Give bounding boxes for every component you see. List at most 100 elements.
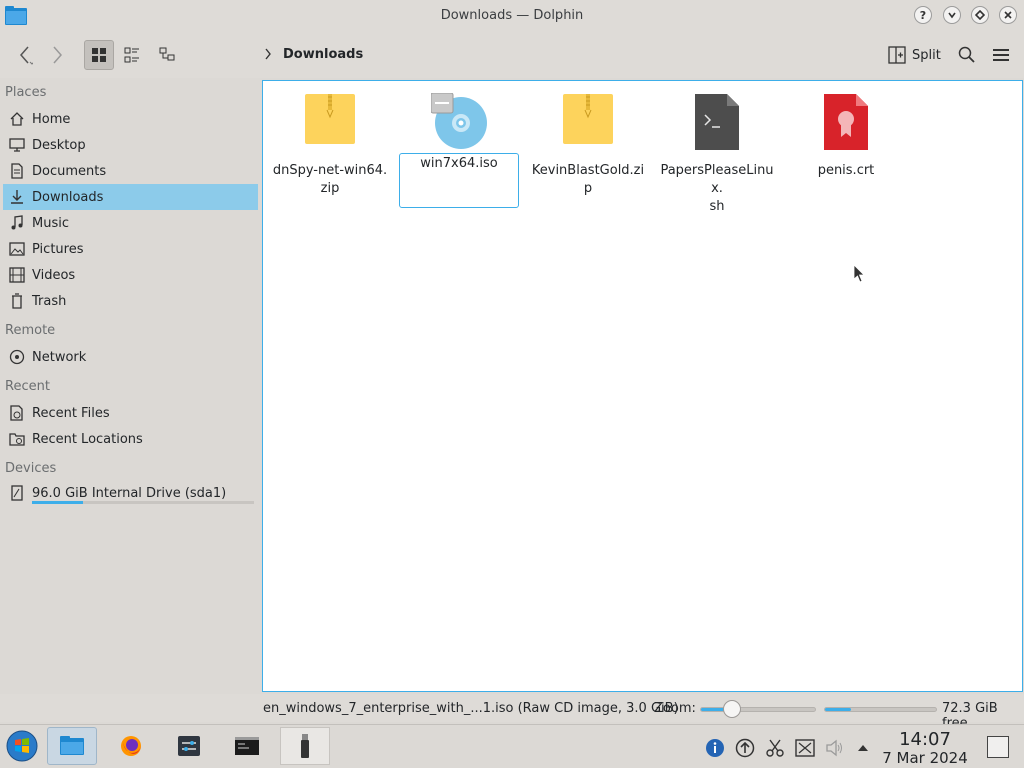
help-icon: ? <box>919 8 927 22</box>
zoom-slider-track[interactable] <box>700 707 816 712</box>
sidebar-item-label: Trash <box>32 293 67 309</box>
sidebar-item-label: Recent Locations <box>32 431 143 447</box>
toolbar: Downloads Split <box>0 32 1024 78</box>
zoom-slider-handle[interactable] <box>723 700 741 718</box>
firefox-icon <box>121 736 141 756</box>
taskbar-firefox[interactable] <box>106 727 156 765</box>
zip-archive-icon <box>526 81 650 153</box>
taskbar-system-settings[interactable] <box>164 727 214 765</box>
tray-expand-arrow-icon[interactable] <box>852 737 874 759</box>
forward-arrow-icon <box>53 46 62 64</box>
close-button[interactable] <box>999 6 1017 24</box>
usb-drive-icon <box>301 734 309 758</box>
split-icon <box>888 46 906 64</box>
file-name-line1: dnSpy-net-win64. <box>272 163 388 178</box>
file-item-paperspleaselinux[interactable]: PapersPleaseLinux. sh <box>655 81 779 216</box>
zoom-label: Zoom: <box>654 701 696 716</box>
taskbar-window-item[interactable] <box>280 727 330 765</box>
places-panel: Places Home Desktop Documents Downloads … <box>0 80 262 692</box>
search-icon <box>958 46 975 63</box>
sidebar-item-trash[interactable]: Trash <box>3 288 258 314</box>
sidebar-item-downloads[interactable]: Downloads <box>3 184 258 210</box>
help-button[interactable]: ? <box>914 6 932 24</box>
tray-screenshot-icon[interactable] <box>794 737 816 759</box>
devices-section-title: Devices <box>5 461 57 476</box>
maximize-icon <box>975 10 985 20</box>
drive-icon <box>8 484 26 502</box>
terminal-icon <box>235 737 259 755</box>
clock-date[interactable]: 7 Mar 2024 <box>880 749 970 767</box>
sidebar-item-home[interactable]: Home <box>3 106 258 132</box>
sidebar-item-pictures[interactable]: Pictures <box>3 236 258 262</box>
minimize-button[interactable] <box>943 6 961 24</box>
disc-image-icon <box>397 81 521 153</box>
music-icon <box>8 214 26 232</box>
sidebar-item-network[interactable]: Network <box>3 344 258 370</box>
file-name-line1: win7x64.iso <box>420 156 498 171</box>
zip-archive-icon <box>268 81 392 153</box>
mouse-cursor-icon <box>853 264 867 288</box>
compact-view-button[interactable] <box>117 40 147 70</box>
sidebar-item-recent-files[interactable]: Recent Files <box>3 400 258 426</box>
clock-time[interactable]: 14:07 <box>880 729 970 750</box>
sidebar-item-label: Desktop <box>32 137 86 153</box>
window-title: Downloads — Dolphin <box>440 8 584 23</box>
downloads-icon <box>8 188 26 206</box>
file-name-line2: zip <box>320 181 340 196</box>
file-view[interactable]: dnSpy-net-win64. zip win7x64.iso KevinBla… <box>262 80 1023 692</box>
pictures-icon <box>8 240 26 258</box>
breadcrumb-downloads[interactable]: Downloads <box>283 47 363 62</box>
sidebar-item-music[interactable]: Music <box>3 210 258 236</box>
settings-icon <box>178 736 200 756</box>
sidebar-item-label: Home <box>32 111 71 127</box>
split-button[interactable]: Split <box>888 40 941 70</box>
file-name-line1: KevinBlastGold.zip <box>531 163 645 196</box>
sidebar-item-label: Pictures <box>32 241 84 257</box>
forward-button[interactable] <box>42 40 72 70</box>
details-view-button[interactable] <box>152 40 182 70</box>
folder-icon <box>60 736 84 755</box>
trash-icon <box>8 292 26 310</box>
taskbar-dolphin[interactable] <box>47 727 97 765</box>
sidebar-item-recent-locations[interactable]: Recent Locations <box>3 426 258 452</box>
icons-view-button[interactable] <box>84 40 114 70</box>
tray-info-icon[interactable] <box>704 737 726 759</box>
videos-icon <box>8 266 26 284</box>
tray-update-icon[interactable] <box>734 737 756 759</box>
sidebar-item-label: 96.0 GiB Internal Drive (sda1) <box>32 485 227 501</box>
menu-button[interactable] <box>986 40 1016 70</box>
file-item-penis-crt[interactable]: penis.crt <box>784 81 908 180</box>
sidebar-item-label: Music <box>32 215 69 231</box>
search-button[interactable] <box>952 40 982 70</box>
grid-view-icon <box>92 48 106 62</box>
maximize-button[interactable] <box>971 6 989 24</box>
file-name-line2: sh <box>709 199 725 214</box>
recent-files-icon <box>8 404 26 422</box>
sidebar-item-documents[interactable]: Documents <box>3 158 258 184</box>
file-item-win7x64-iso[interactable]: win7x64.iso <box>397 81 521 208</box>
drive-usage-fill <box>32 501 84 504</box>
minimize-icon <box>948 12 956 19</box>
file-name-box: win7x64.iso <box>399 153 519 208</box>
breadcrumb-chevron-icon[interactable] <box>264 48 272 64</box>
certificate-icon <box>784 81 908 153</box>
tray-scissors-icon[interactable] <box>764 737 786 759</box>
sidebar-item-desktop[interactable]: Desktop <box>3 132 258 158</box>
tray-volume-muted-icon[interactable] <box>824 737 846 759</box>
file-item-kevinblastgold[interactable]: KevinBlastGold.zip <box>526 81 650 198</box>
sidebar-item-label: Videos <box>32 267 76 283</box>
shell-script-icon <box>655 81 779 153</box>
start-menu-button[interactable] <box>0 727 44 765</box>
taskbar-terminal[interactable] <box>222 727 272 765</box>
drive-usage-bar <box>32 501 254 504</box>
sidebar-item-label: Downloads <box>32 189 104 205</box>
remote-section-title: Remote <box>5 323 56 338</box>
back-button[interactable] <box>10 40 40 70</box>
sidebar-item-videos[interactable]: Videos <box>3 262 258 288</box>
sidebar-item-label: Documents <box>32 163 107 179</box>
show-desktop-button[interactable] <box>987 736 1009 758</box>
hamburger-menu-icon <box>993 49 1009 61</box>
title-bar[interactable]: Downloads — Dolphin ? <box>0 0 1024 32</box>
file-item-dnspy[interactable]: dnSpy-net-win64. zip <box>268 81 392 198</box>
file-name-line1: penis.crt <box>817 163 875 178</box>
